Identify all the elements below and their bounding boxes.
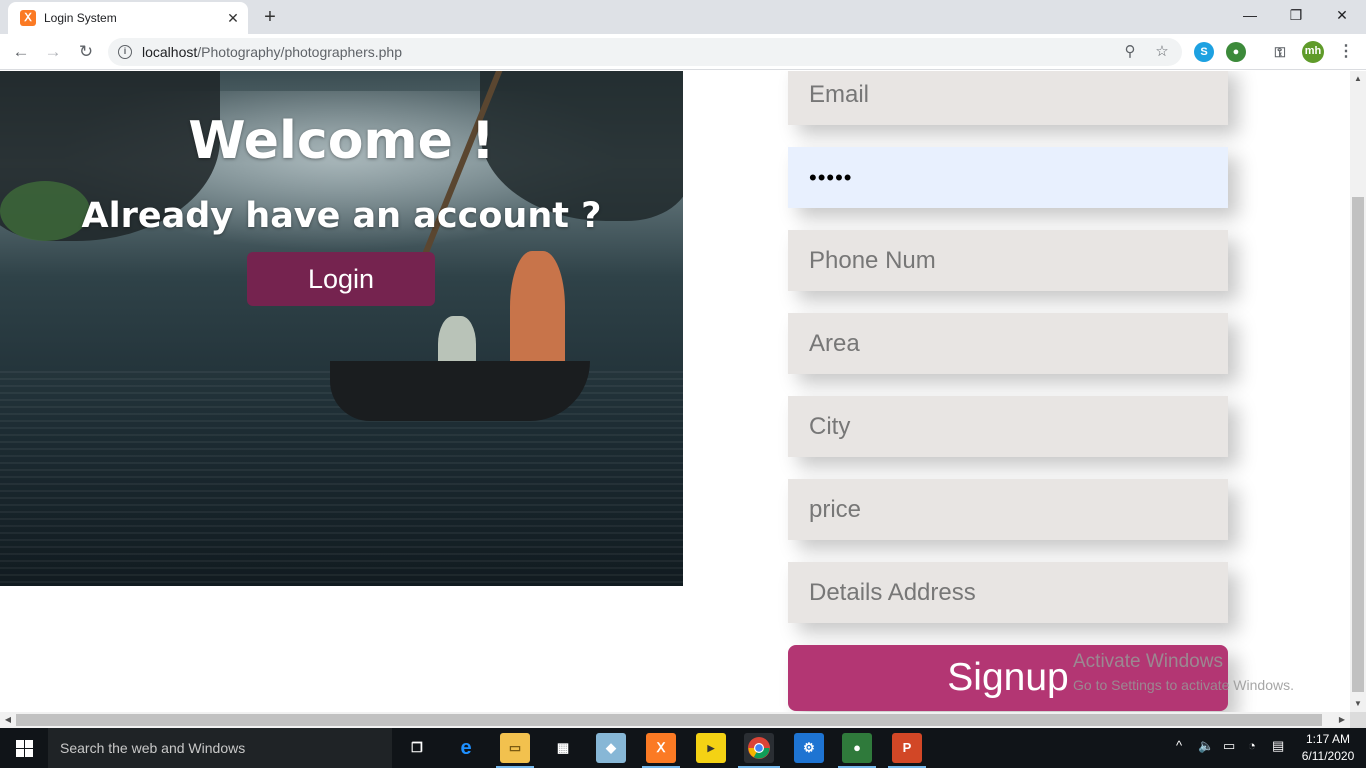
vertical-scroll-thumb[interactable]: [1352, 197, 1364, 692]
email-field[interactable]: Email: [788, 71, 1228, 125]
login-button[interactable]: Login: [247, 252, 435, 306]
restore-button[interactable]: ❐: [1276, 4, 1316, 26]
scroll-up-icon[interactable]: ▲: [1350, 71, 1366, 87]
notification-icon[interactable]: ▤: [1272, 738, 1284, 754]
clock-time: 1:17 AM: [1305, 732, 1351, 746]
close-window-button[interactable]: ✕: [1322, 4, 1362, 26]
area-field[interactable]: Area: [788, 313, 1228, 374]
scroll-left-icon[interactable]: ◀: [0, 712, 16, 728]
url-host: localhost: [142, 44, 198, 60]
tab-strip: ꓫ Login System ✕ + — ❐ ✕: [0, 0, 1366, 34]
city-field[interactable]: City: [788, 396, 1228, 457]
powerpoint-icon[interactable]: P: [892, 733, 922, 763]
scrollbar-corner: [1350, 712, 1366, 728]
scroll-down-icon[interactable]: ▼: [1350, 696, 1366, 712]
address-field[interactable]: Details Address: [788, 562, 1228, 623]
menu-icon[interactable]: ⋮: [1336, 42, 1356, 62]
zoom-icon[interactable]: ⚲: [1121, 43, 1139, 61]
page-viewport: Welcome ! Already have an account ? Logi…: [0, 71, 1350, 712]
chrome-logo: [748, 737, 770, 759]
volume-icon[interactable]: 🔈: [1198, 738, 1214, 754]
battery-icon[interactable]: ▭: [1223, 738, 1235, 754]
xampp-icon[interactable]: ꓫ: [646, 733, 676, 763]
scroll-right-icon[interactable]: ▶: [1334, 712, 1350, 728]
vertical-scrollbar[interactable]: ▲ ▼: [1350, 71, 1366, 712]
price-field[interactable]: price: [788, 479, 1228, 540]
clock[interactable]: 1:17 AM 6/11/2020: [1300, 731, 1356, 765]
close-tab-icon[interactable]: ✕: [224, 9, 242, 27]
skype-icon[interactable]: S: [1194, 42, 1214, 62]
avatar[interactable]: mh: [1302, 41, 1324, 63]
account-subheading: Already have an account ?: [81, 196, 602, 236]
store-icon[interactable]: ▦: [548, 733, 578, 763]
horizontal-scroll-thumb[interactable]: [16, 714, 1322, 726]
key-icon[interactable]: ⚿: [1270, 42, 1290, 62]
taskbar: Search the web and Windows ❐ e ▭ ▦ ◆ ꓫ ▶…: [0, 728, 1366, 768]
boat-decoration: [330, 361, 590, 421]
activation-watermark-title: Activate Windows: [1073, 651, 1223, 672]
star-icon[interactable]: ☆: [1153, 43, 1171, 61]
reload-icon[interactable]: ↻: [74, 40, 98, 64]
notes-icon[interactable]: ◆: [596, 733, 626, 763]
taskbar-search[interactable]: Search the web and Windows: [48, 728, 392, 768]
chrome-icon[interactable]: [744, 733, 774, 763]
settings-icon[interactable]: ⚙: [794, 733, 824, 763]
browser-toolbar: ← → ↻ i localhost/Photography/photograph…: [0, 34, 1366, 70]
task-view-icon[interactable]: ❐: [402, 733, 432, 763]
player-icon[interactable]: ▶: [696, 733, 726, 763]
start-button[interactable]: [0, 728, 48, 768]
password-field[interactable]: •••••: [788, 147, 1228, 208]
browser-tab[interactable]: ꓫ Login System ✕: [8, 2, 248, 34]
back-icon[interactable]: ←: [9, 40, 33, 64]
tab-title: Login System: [44, 11, 117, 25]
edge-icon[interactable]: e: [451, 733, 481, 763]
forward-icon[interactable]: →: [41, 40, 65, 64]
xampp-icon: ꓫ: [20, 10, 36, 26]
hero-image: Welcome ! Already have an account ? Logi…: [0, 71, 683, 586]
activation-watermark-text: Go to Settings to activate Windows.: [1073, 677, 1294, 693]
horizontal-scrollbar[interactable]: ◀ ▶: [0, 712, 1350, 728]
globe-extension-icon[interactable]: ●: [1226, 42, 1246, 62]
internet-download-manager-icon[interactable]: ●: [842, 733, 872, 763]
info-icon[interactable]: i: [118, 45, 132, 59]
windows-logo-icon: [16, 740, 24, 748]
address-bar[interactable]: i localhost/Photography/photographers.ph…: [108, 38, 1182, 66]
phone-field[interactable]: Phone Num: [788, 230, 1228, 291]
wifi-icon[interactable]: ◔: [1248, 738, 1256, 753]
welcome-heading: Welcome !: [188, 111, 495, 171]
clock-date: 6/11/2020: [1301, 749, 1355, 763]
new-tab-button[interactable]: +: [258, 6, 282, 28]
chevron-up-icon[interactable]: ^: [1176, 738, 1182, 753]
file-explorer-icon[interactable]: ▭: [500, 733, 530, 763]
minimize-button[interactable]: —: [1230, 4, 1270, 26]
url-path: /Photography/photographers.php: [197, 44, 402, 60]
url-text: localhost/Photography/photographers.php: [142, 44, 402, 60]
